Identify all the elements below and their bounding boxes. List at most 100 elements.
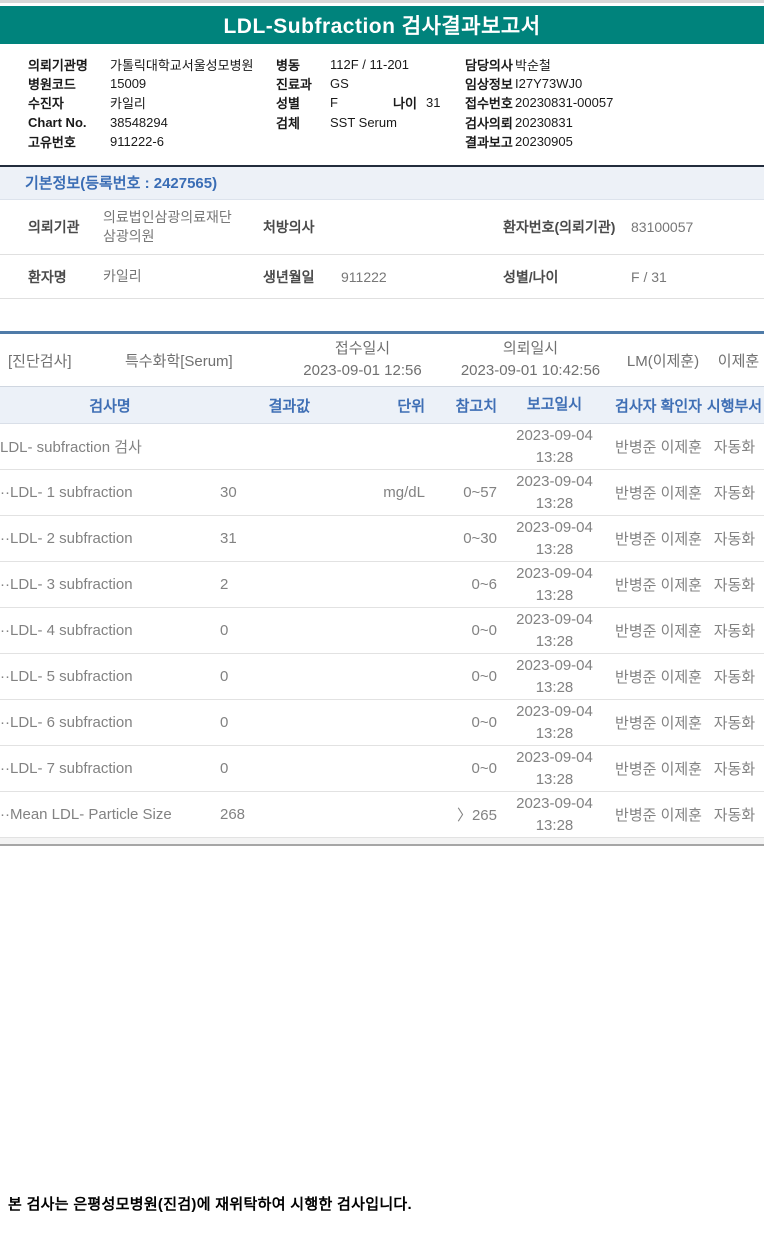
results-table-header: 검사명 결과값 단위 참고치 보고일시 검사자 확인자 시행부서 (0, 386, 764, 424)
field-department: 진료과 GS (276, 74, 440, 93)
cell-staff: 반병준 이제훈 (615, 623, 702, 640)
table-row: ··LDL- 6 subfraction 0 0~0 2023-09-04 13… (0, 700, 764, 746)
field-value: F (330, 95, 338, 111)
order-test-group: 특수화학[Serum] (125, 352, 233, 370)
field-label: 진료과 (276, 77, 312, 93)
field-label: 결과보고 (465, 134, 513, 150)
field-value: 15009 (110, 76, 147, 92)
cell-staff: 반병준 이제훈 (615, 761, 702, 778)
table-row: ··LDL- 4 subfraction 0 0~0 2023-09-04 13… (0, 608, 764, 654)
cell-test-name: LDL- subfraction 검사 (0, 439, 142, 456)
field-label: 환자번호(의뢰기관) (503, 219, 616, 235)
cell-test-name: ··LDL- 5 subfraction (0, 668, 133, 685)
cell-staff: 반병준 이제훈 (615, 577, 702, 594)
cell-result: 0 (220, 622, 229, 639)
cell-reference: 0~0 (471, 622, 497, 639)
cell-test-name: ··LDL- 7 subfraction (0, 760, 133, 777)
cell-reported: 2023-09-04 13:28 (516, 518, 593, 558)
col-header-result: 결과값 (268, 397, 310, 415)
field-value: 20230905 (515, 133, 573, 149)
field-value: 20230831-00057 (515, 95, 614, 111)
field-unique-no: 고유번호 911222-6 (28, 132, 254, 151)
cell-staff: 반병준 이제훈 (615, 807, 702, 824)
col-header-test-name: 검사명 (89, 397, 131, 415)
field-value: 가톨릭대학교서울성모병원 (110, 58, 254, 74)
cell-dept: 자동화 (713, 485, 756, 502)
table-bottom-line (0, 844, 764, 846)
cell-test-name: ··LDL- 1 subfraction (0, 484, 133, 501)
cell-result: 268 (220, 806, 246, 823)
table-row: ··LDL- 5 subfraction 0 0~0 2023-09-04 13… (0, 654, 764, 700)
cell-result: 30 (220, 484, 237, 501)
field-label: 생년월일 (263, 268, 315, 285)
cell-reference: 0~57 (463, 484, 497, 501)
field-label: 의뢰기관명 (28, 58, 88, 74)
field-value: 카일리 (103, 268, 142, 285)
field-attending-doctor: 담당의사 박순철 (465, 55, 613, 74)
field-value: 의료법인삼광의료재단삼광의원 (103, 209, 232, 244)
field-value: 83100057 (631, 219, 694, 235)
request-datetime: 2023-09-01 10:42:56 (460, 362, 601, 379)
cell-test-name: ··LDL- 2 subfraction (0, 530, 133, 547)
cell-staff: 반병준 이제훈 (615, 669, 702, 686)
cell-dept: 자동화 (713, 531, 756, 548)
field-label: 처방의사 (263, 219, 315, 235)
basic-info-title: 기본정보(등록번호 : 2427565) (25, 175, 218, 192)
cell-reported: 2023-09-04 13:28 (516, 472, 593, 512)
cell-reported: 2023-09-04 13:28 (516, 610, 593, 650)
cell-test-name: ··LDL- 3 subfraction (0, 576, 133, 593)
table-row: ··LDL- 1 subfraction 30 mg/dL 0~57 2023-… (0, 470, 764, 516)
col-header-reported: 보고일시 (526, 396, 583, 414)
patient-row-institution: 의뢰기관 의료법인삼광의료재단삼광의원 처방의사 환자번호(의뢰기관) 8310… (0, 200, 764, 255)
header-info: 의뢰기관명 가톨릭대학교서울성모병원 병원코드 15009 수진자 카일리 Chart… (0, 55, 764, 152)
cell-dept: 자동화 (713, 807, 756, 824)
field-specimen: 검체 SST Serum (276, 113, 440, 132)
cell-reported: 2023-09-04 13:28 (516, 426, 593, 466)
cell-reported: 2023-09-04 13:28 (516, 656, 593, 696)
report-title-bar: LDL-Subfraction 검사결과보고서 (0, 6, 764, 44)
request-label: 의뢰일시 (502, 340, 559, 358)
table-row: LDL- subfraction 검사 2023-09-04 13:28 반병준… (0, 424, 764, 470)
order-request-block: 의뢰일시 2023-09-01 10:42:56 (448, 338, 613, 382)
field-ordering-institution: 의뢰기관명 가톨릭대학교서울성모병원 (28, 55, 254, 74)
col-header-unit: 단위 (397, 397, 425, 415)
cell-dept: 자동화 (713, 623, 756, 640)
receipt-label: 접수일시 (334, 340, 391, 358)
order-receipt-block: 접수일시 2023-09-01 12:56 (295, 338, 430, 382)
field-clinical-info: 임상정보 I27Y73WJ0 (465, 74, 613, 93)
field-examinee: 수진자 카일리 (28, 93, 254, 112)
field-label: 검사의뢰 (465, 115, 513, 131)
col-header-dept: 시행부서 (706, 397, 763, 415)
cell-test-name: ··LDL- 6 subfraction (0, 714, 133, 731)
field-value: 911222-6 (110, 133, 164, 149)
field-label: 임상정보 (465, 77, 513, 93)
field-value: I27Y73WJ0 (515, 76, 583, 92)
cell-staff: 반병준 이제훈 (615, 439, 702, 456)
table-row: ··LDL- 7 subfraction 0 0~0 2023-09-04 13… (0, 746, 764, 792)
cell-reference: 0~0 (471, 714, 497, 731)
field-value: 911222 (341, 268, 387, 285)
field-value: GS (330, 76, 349, 92)
cell-reference: 0~0 (471, 760, 497, 777)
field-value: 박순철 (515, 58, 551, 74)
field-label: 접수번호 (465, 96, 513, 112)
field-value: 카일리 (110, 96, 146, 112)
cell-reported: 2023-09-04 13:28 (516, 702, 593, 742)
order-confirmer: 이제훈 (717, 352, 760, 370)
field-hospital-code: 병원코드 15009 (28, 74, 254, 93)
cell-test-name: ··LDL- 4 subfraction (0, 622, 133, 639)
cell-dept: 자동화 (713, 669, 756, 686)
field-label: Chart No. (28, 114, 87, 130)
field-label: 병동 (276, 58, 300, 74)
order-lab: LM(이제훈) (626, 352, 700, 370)
field-value: 20230831 (515, 114, 573, 130)
col-header-staff: 검사자 확인자 (615, 397, 702, 415)
field-receipt-no: 접수번호 20230831-00057 (465, 93, 613, 112)
cell-dept: 자동화 (713, 577, 756, 594)
field-test-requested: 검사의뢰 20230831 (465, 113, 613, 132)
cell-test-name: ··Mean LDL- Particle Size (0, 806, 172, 823)
field-value: 38548294 (110, 114, 168, 130)
cell-result: 0 (220, 668, 229, 685)
field-label: 고유번호 (28, 134, 76, 150)
field-label: 수진자 (28, 96, 64, 112)
